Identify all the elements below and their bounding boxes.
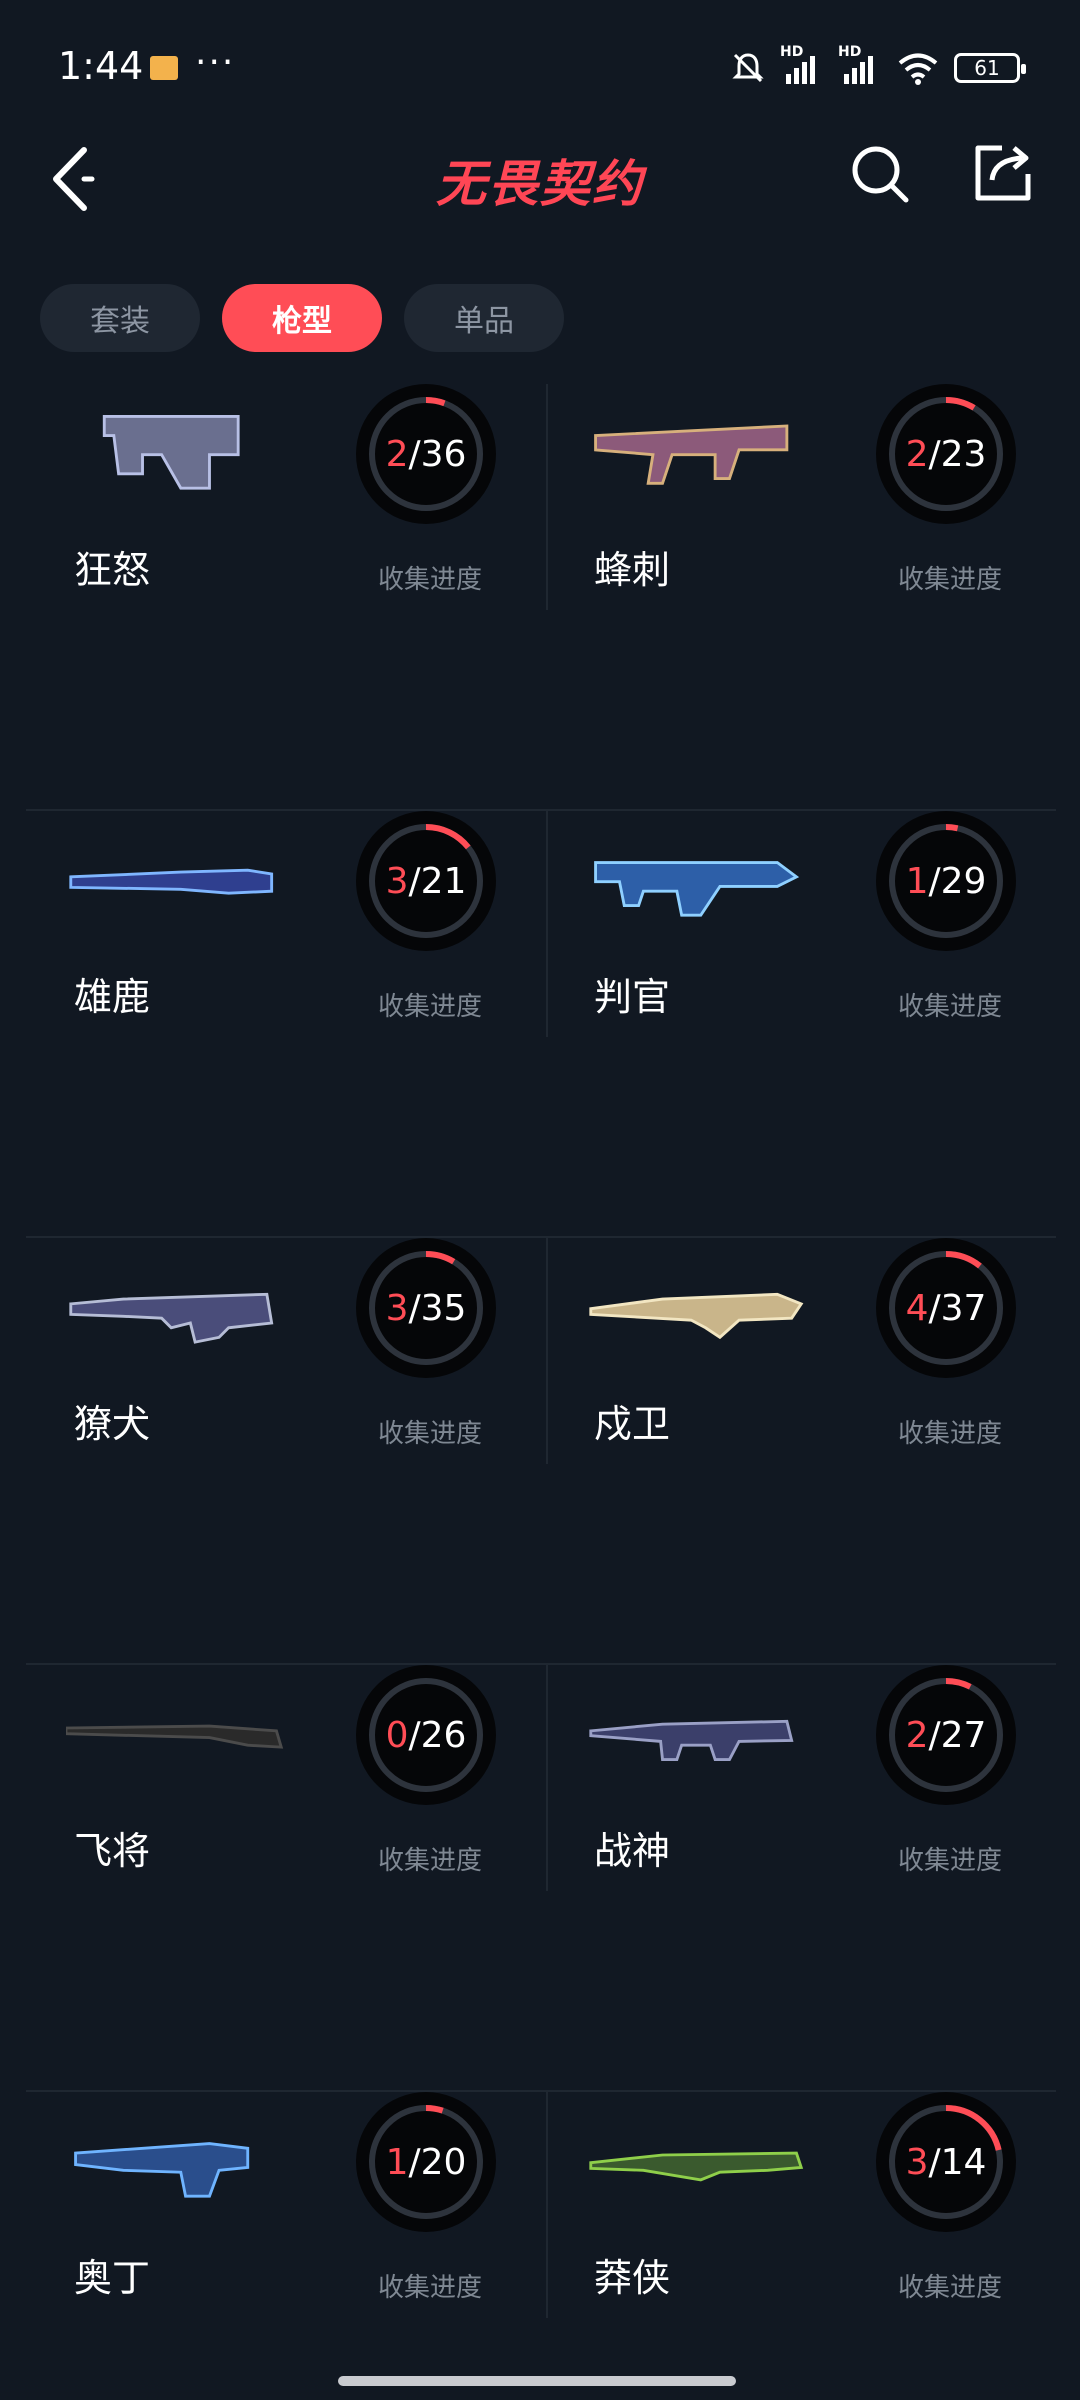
progress-label: 收集进度 [378, 2273, 483, 2303]
collected-count: 0 [385, 1714, 409, 1756]
weapon-image [69, 868, 274, 895]
progress-label: 收集进度 [898, 1846, 1003, 1876]
collected-count: 1 [385, 2141, 409, 2183]
weapon-card[interactable]: 3/21 雄鹿 收集进度 [26, 811, 541, 1238]
weapon-card[interactable]: 0/26 飞将 收集进度 [26, 1665, 541, 2092]
weapon-name: 戍卫 [594, 1402, 671, 1446]
weapon-image [74, 2142, 250, 2198]
progress-count: 0/26 [356, 1665, 496, 1805]
progress-count: 2/23 [876, 384, 1016, 524]
total-count: /29 [928, 860, 987, 902]
message-notification-icon [150, 56, 178, 80]
weapon-name: 战神 [594, 1829, 671, 1873]
progress-label: 收集进度 [898, 565, 1003, 595]
more-notifications-icon: ··· [195, 42, 236, 83]
mute-bell-icon [732, 53, 764, 83]
progress-label: 收集进度 [378, 1846, 483, 1876]
hd-label-2: HD [838, 44, 862, 60]
tab-gun-type[interactable]: 枪型 [222, 284, 382, 352]
total-count: /20 [408, 2141, 467, 2183]
grid-row: 0/26 飞将 收集进度 2/27 战神 收集进度 [26, 1665, 1056, 2092]
weapon-card[interactable]: 2/36 狂怒 收集进度 [26, 384, 541, 811]
total-count: /21 [408, 860, 467, 902]
total-count: /23 [928, 433, 987, 475]
signal-2: HD [838, 44, 882, 86]
total-count: /35 [408, 1287, 467, 1329]
progress-count: 3/35 [356, 1238, 496, 1378]
progress-label: 收集进度 [378, 1419, 483, 1449]
progress-count: 2/27 [876, 1665, 1016, 1805]
weapon-card[interactable]: 1/20 奥丁 收集进度 [26, 2092, 541, 2400]
weapon-name: 雄鹿 [74, 975, 151, 1019]
total-count: /14 [928, 2141, 987, 2183]
weapon-name: 判官 [594, 975, 671, 1019]
category-tabs: 套装 枪型 单品 [40, 284, 564, 352]
weapon-card[interactable]: 2/27 战神 收集进度 [546, 1665, 1061, 2092]
progress-count: 3/21 [356, 811, 496, 951]
tab-single-items[interactable]: 单品 [404, 284, 564, 352]
progress-count: 3/14 [876, 2092, 1016, 2232]
home-indicator[interactable] [338, 2376, 736, 2386]
progress-count: 4/37 [876, 1238, 1016, 1378]
progress-label: 收集进度 [898, 2273, 1003, 2303]
collected-count: 4 [905, 1287, 929, 1329]
weapon-image [66, 1724, 284, 1749]
weapon-image [589, 2151, 804, 2182]
weapon-grid: 2/36 狂怒 收集进度 2/23 蜂刺 收集进度 3/21 雄鹿 收集进度 1/29 判官 收集进度… [26, 384, 1056, 2400]
grid-row: 3/21 雄鹿 收集进度 1/29 判官 收集进度 [26, 811, 1056, 1238]
status-bar: 1:44 ··· HD HD 61 [0, 0, 1080, 130]
weapon-card[interactable]: 3/35 獠犬 收集进度 [26, 1238, 541, 1665]
search-icon[interactable] [850, 144, 910, 204]
weapon-name: 蜂刺 [594, 548, 671, 592]
progress-label: 收集进度 [378, 565, 483, 595]
weapon-image [69, 1292, 274, 1344]
collected-count: 3 [385, 1287, 409, 1329]
weapon-name: 莽侠 [594, 2256, 671, 2300]
weapon-image [594, 424, 789, 485]
collected-count: 2 [905, 1714, 929, 1756]
collected-count: 2 [905, 433, 929, 475]
app-header: 无畏契约 [0, 130, 1080, 230]
weapon-name: 奥丁 [74, 2256, 151, 2300]
collected-count: 3 [385, 860, 409, 902]
progress-count: 2/36 [356, 384, 496, 524]
progress-count: 1/29 [876, 811, 1016, 951]
page-title: 无畏契约 [436, 155, 644, 213]
progress-count: 1/20 [356, 2092, 496, 2232]
progress-label: 收集进度 [898, 992, 1003, 1022]
collected-count: 2 [385, 433, 409, 475]
grid-row: 2/36 狂怒 收集进度 2/23 蜂刺 收集进度 [26, 384, 1056, 811]
weapon-card[interactable]: 4/37 戍卫 收集进度 [546, 1238, 1061, 1665]
total-count: /37 [928, 1287, 987, 1329]
total-count: /36 [408, 433, 467, 475]
weapon-name: 飞将 [74, 1829, 151, 1873]
weapon-name: 獠犬 [74, 1402, 151, 1446]
grid-row: 3/35 獠犬 收集进度 4/37 戍卫 收集进度 [26, 1238, 1056, 1665]
battery-level: 61 [974, 56, 1000, 80]
battery-icon: 61 [954, 53, 1026, 83]
weapon-image [589, 1292, 804, 1340]
progress-label: 收集进度 [898, 1419, 1003, 1449]
progress-label: 收集进度 [378, 992, 483, 1022]
signal-1: HD [780, 44, 824, 86]
status-time: 1:44 [58, 44, 144, 88]
hd-label-1: HD [780, 44, 804, 60]
weapon-image [589, 1719, 794, 1761]
tab-sets[interactable]: 套装 [40, 284, 200, 352]
weapon-name: 狂怒 [74, 548, 151, 592]
weapon-image [102, 414, 240, 490]
collected-count: 3 [905, 2141, 929, 2183]
wifi-icon [898, 53, 938, 85]
total-count: /26 [408, 1714, 467, 1756]
share-icon[interactable] [972, 142, 1032, 202]
weapon-card[interactable]: 1/29 判官 收集进度 [546, 811, 1061, 1238]
weapon-card[interactable]: 3/14 莽侠 收集进度 [546, 2092, 1061, 2400]
weapon-image [594, 861, 800, 917]
collected-count: 1 [905, 860, 929, 902]
weapon-card[interactable]: 2/23 蜂刺 收集进度 [546, 384, 1061, 811]
grid-row: 1/20 奥丁 收集进度 3/14 莽侠 收集进度 [26, 2092, 1056, 2400]
total-count: /27 [928, 1714, 987, 1756]
